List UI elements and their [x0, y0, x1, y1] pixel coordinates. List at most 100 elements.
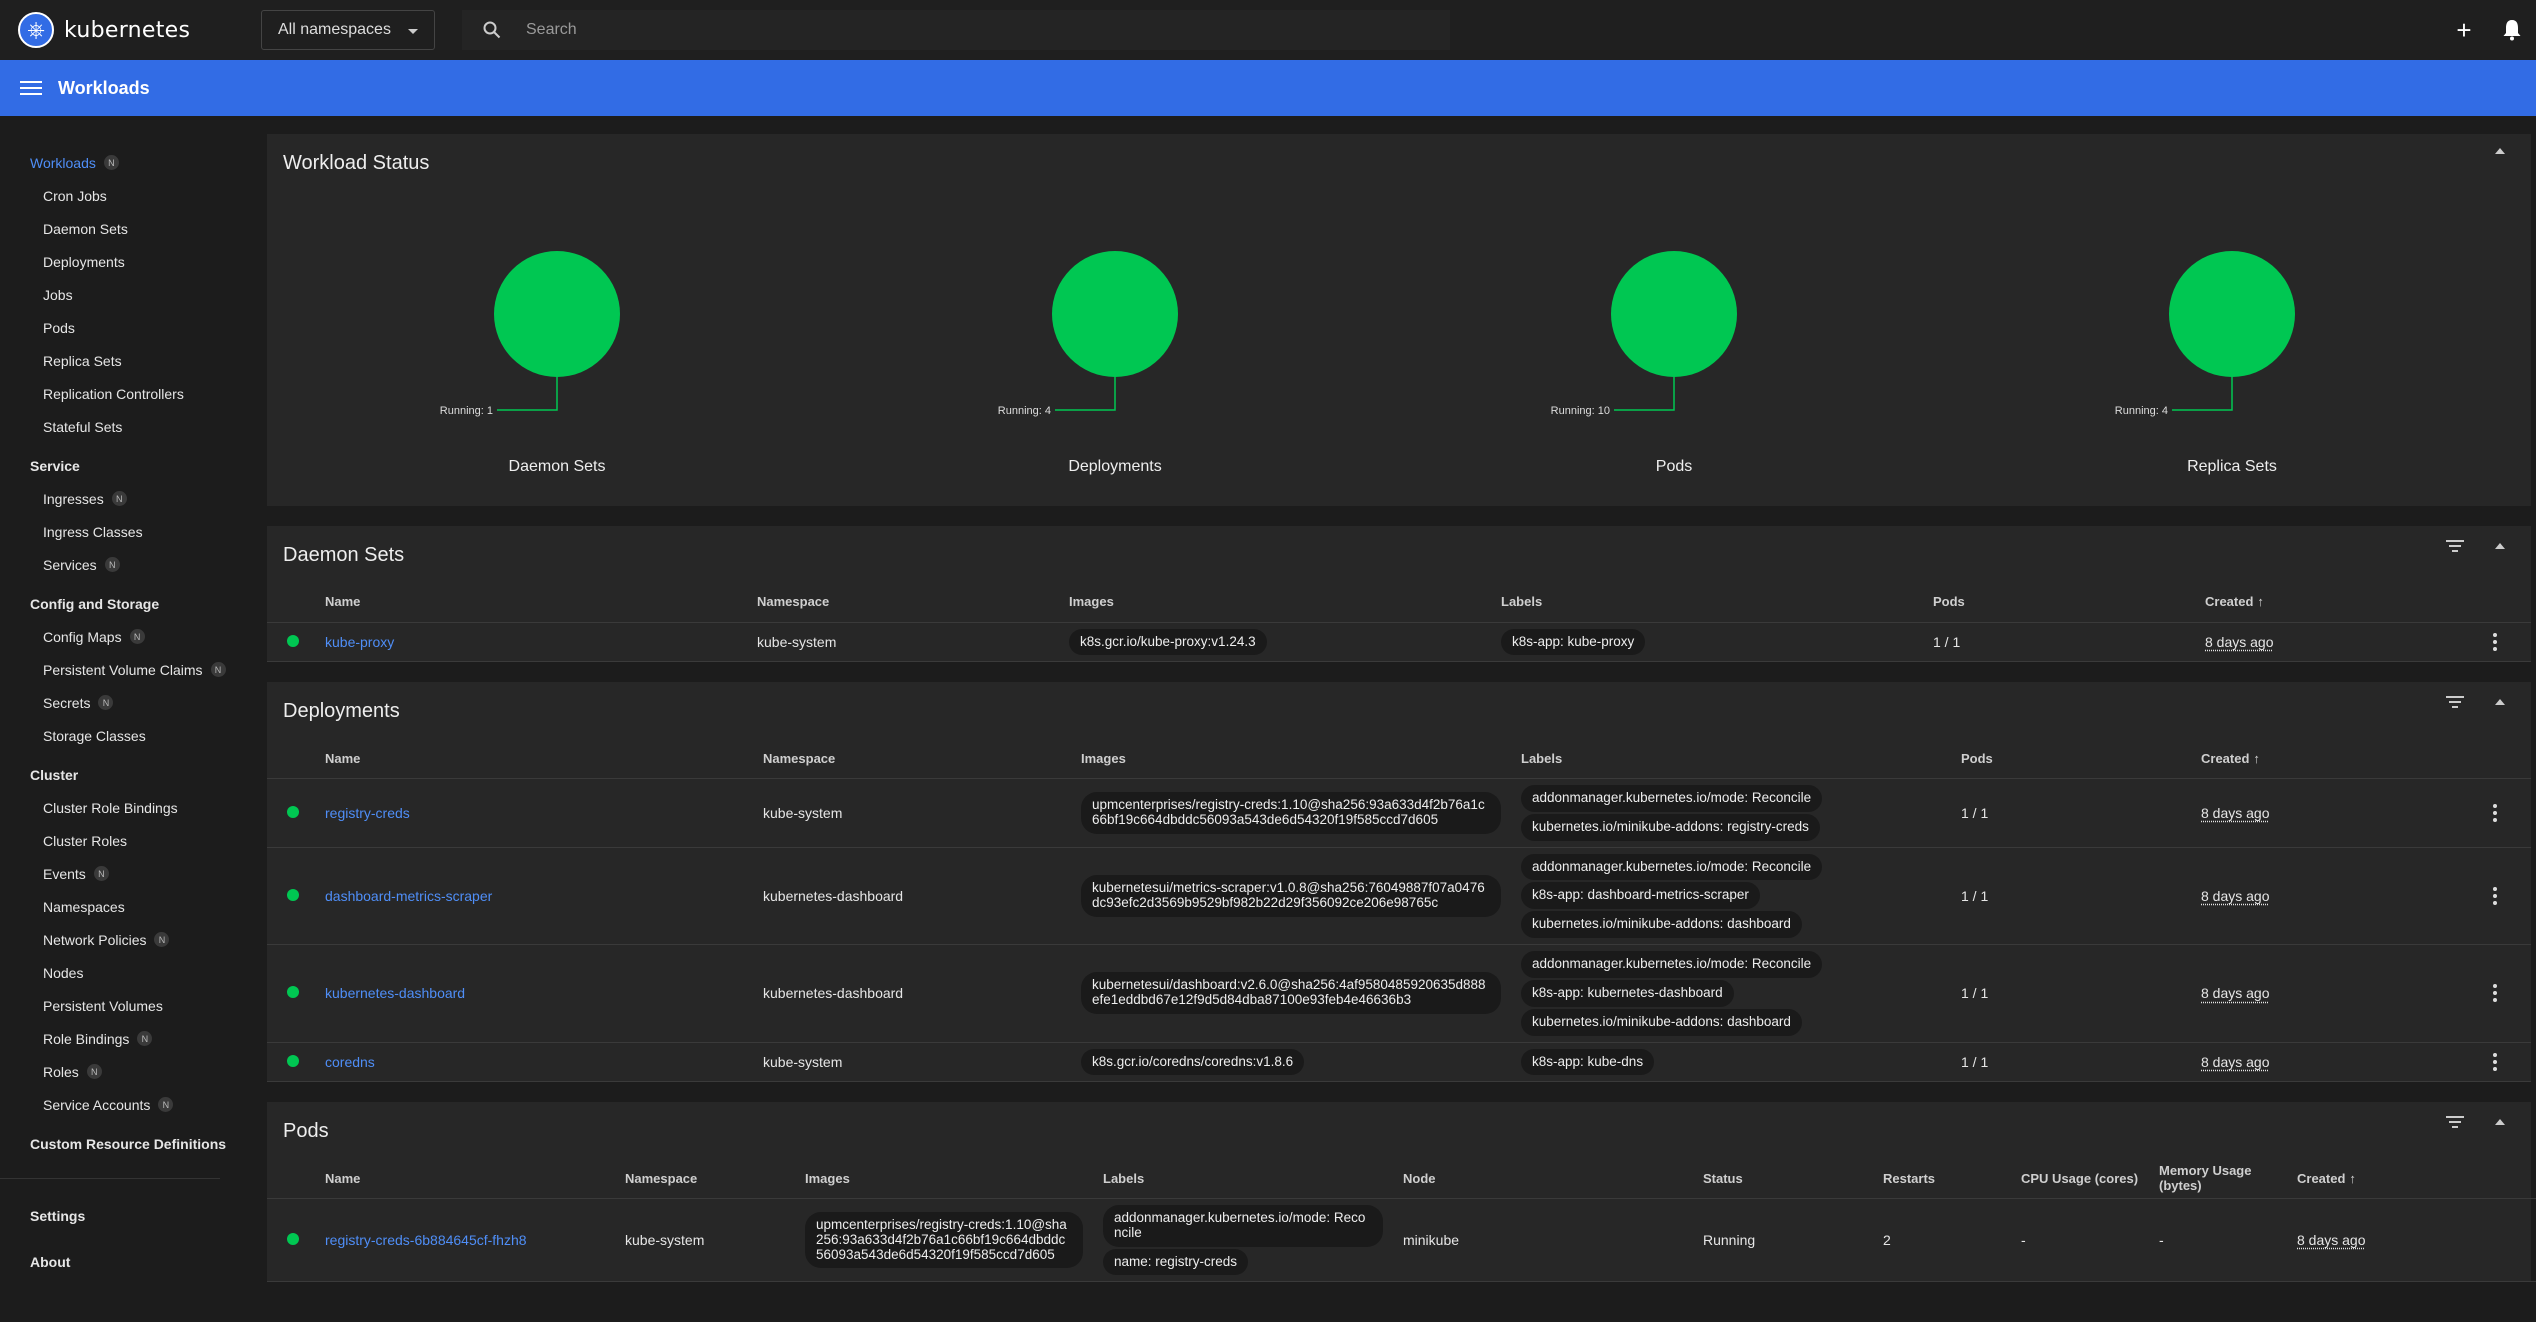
sidebar-item-ingresses[interactable]: Ingresses N [0, 482, 250, 515]
collapse-icon[interactable] [2495, 148, 2505, 154]
collapse-icon[interactable] [2495, 1119, 2505, 1126]
status-ok-icon [287, 888, 299, 901]
resource-name-link[interactable]: registry-creds-6b884645cf-fhzh8 [325, 1232, 527, 1248]
more-vert-icon[interactable] [2485, 803, 2505, 822]
sidebar-item-persistent-volume-claims[interactable]: Persistent Volume Claims N [0, 653, 250, 686]
daemon-sets-title: Daemon Sets [283, 544, 405, 566]
status-pie: Running: 4 [2115, 251, 2295, 417]
sidebar-item-config-maps[interactable]: Config Maps N [0, 620, 250, 653]
column-header-label: Name [325, 750, 361, 766]
row-actions-cell [2475, 622, 2531, 663]
filter-icon[interactable] [2445, 540, 2465, 552]
sidebar-item-replica-sets[interactable]: Replica Sets [0, 344, 250, 377]
status-ok-icon [287, 634, 299, 647]
node-value-cell: minikube [1393, 1198, 1693, 1283]
create-resource-button[interactable]: + [2440, 6, 2488, 54]
sidebar-item-label: Ingresses [43, 490, 104, 507]
sidebar-item-jobs[interactable]: Jobs [0, 278, 250, 311]
sidebar-item-pods[interactable]: Pods [0, 311, 250, 344]
menu-icon[interactable] [20, 81, 42, 95]
image-chip: k8s.gcr.io/kube-proxy:v1.24.3 [1069, 628, 1267, 656]
sidebar-group-cluster[interactable]: Cluster [0, 758, 250, 791]
column-header-namespace: Namespace [753, 738, 1071, 779]
sidebar-group-service[interactable]: Service [0, 449, 250, 482]
sidebar-item-replication-controllers[interactable]: Replication Controllers [0, 377, 250, 410]
namespace-value: kube-system [757, 633, 837, 650]
sidebar-item-namespaces[interactable]: Namespaces [0, 890, 250, 923]
sidebar-item-label: Ingress Classes [43, 523, 143, 540]
sidebar-item-cluster-role-bindings[interactable]: Cluster Role Bindings [0, 791, 250, 824]
sidebar-item-persistent-volumes[interactable]: Persistent Volumes [0, 989, 250, 1022]
namespaced-badge: N [111, 491, 127, 506]
more-vert-icon[interactable] [2485, 632, 2505, 651]
label-leader-line [1614, 377, 1675, 411]
status-column-header [267, 1158, 315, 1199]
resource-name-link[interactable]: coredns [325, 1054, 375, 1070]
search-input[interactable] [526, 21, 1326, 39]
resource-name-link[interactable]: kubernetes-dashboard [325, 985, 465, 1001]
column-header-label: Labels [1521, 750, 1563, 766]
column-header-label: Labels [1103, 1170, 1145, 1186]
notifications-button[interactable] [2488, 6, 2536, 54]
more-vert-icon[interactable] [2485, 984, 2505, 1003]
sidebar-item-cluster-roles[interactable]: Cluster Roles [0, 824, 250, 857]
running-slice [2169, 251, 2295, 377]
sidebar-item-services[interactable]: Services N [0, 548, 250, 581]
more-vert-icon[interactable] [2485, 886, 2505, 905]
status-value: Running [1703, 1232, 1756, 1249]
resource-name-link[interactable]: kube-proxy [325, 634, 394, 650]
column-header-pods: Pods [1951, 738, 2191, 779]
filter-icon[interactable] [2445, 1116, 2465, 1129]
sidebar-group-workloads[interactable]: Workloads N [0, 146, 250, 179]
sidebar-item-events[interactable]: Events N [0, 857, 250, 890]
sidebar-item-service-accounts[interactable]: Service Accounts N [0, 1088, 250, 1121]
search-icon [472, 10, 512, 50]
status-chart-label: Pods [1655, 458, 1693, 475]
filter-icon[interactable] [2445, 696, 2465, 709]
sidebar-item-role-bindings[interactable]: Role Bindings N [0, 1022, 250, 1055]
sidebar-item-storage-classes[interactable]: Storage Classes [0, 719, 250, 752]
namespaced-badge: N [210, 662, 226, 677]
search-bar[interactable] [462, 10, 1450, 50]
label-leader-line [497, 377, 558, 411]
sidebar-item-roles[interactable]: Roles N [0, 1055, 250, 1088]
column-header-created[interactable]: Created ↑ [2195, 582, 2475, 623]
image-chip: upmcenterprises/registry-creds:1.10@sha2… [1081, 791, 1501, 834]
sidebar-item-nodes[interactable]: Nodes [0, 956, 250, 989]
more-vert-icon[interactable] [2485, 1053, 2505, 1072]
sidebar-item-label: Namespaces [43, 898, 125, 915]
collapse-icon[interactable] [2495, 699, 2505, 706]
sidebar-item-stateful-sets[interactable]: Stateful Sets [0, 410, 250, 443]
column-header-created[interactable]: Created ↑ [2191, 738, 2475, 779]
sidebar-item-network-policies[interactable]: Network Policies N [0, 923, 250, 956]
collapse-icon[interactable] [2495, 543, 2505, 549]
sidebar-item-cron-jobs[interactable]: Cron Jobs [0, 179, 250, 212]
namespace-select[interactable]: All namespaces [261, 10, 435, 50]
column-header-namespace: Namespace [615, 1158, 795, 1199]
sidebar-group-custom-resource-definitions[interactable]: Custom Resource Definitions [0, 1127, 250, 1160]
running-count-label: Running: 10 [1551, 405, 1610, 417]
sidebar-item-daemon-sets[interactable]: Daemon Sets [0, 212, 250, 245]
sort-ascending-icon: ↑ [2253, 750, 2260, 766]
brand[interactable]: ⎈ kubernetes [0, 12, 260, 48]
image-cell: kubernetesui/dashboard:v2.6.0@sha256:4af… [1071, 944, 1511, 1043]
column-header-label: Created [2201, 750, 2250, 766]
sidebar-item-ingress-classes[interactable]: Ingress Classes [0, 515, 250, 548]
table-header-row: Name Namespace Images Labels Node Status Resta… [267, 1158, 2536, 1199]
pods-title: Pods [283, 1120, 329, 1143]
resource-name-link[interactable]: registry-creds [325, 805, 410, 821]
table-header-row: Name Namespace Images Labels Pods Created ↑ [267, 582, 2531, 623]
image-chip: kubernetesui/metrics-scraper:v1.0.8@sha2… [1081, 874, 1501, 917]
sidebar-item-settings[interactable]: Settings [0, 1193, 250, 1239]
sidebar-item-secrets[interactable]: Secrets N [0, 686, 250, 719]
sidebar-item-deployments[interactable]: Deployments [0, 245, 250, 278]
sidebar-group-config-and-storage[interactable]: Config and Storage [0, 587, 250, 620]
namespace-value-cell: kube-system [747, 622, 1059, 663]
column-header-created[interactable]: Created ↑ [2287, 1158, 2535, 1199]
app-bar: Workloads [0, 60, 2536, 116]
sidebar-item-about[interactable]: About [0, 1239, 250, 1285]
created-value: 8 days ago [2201, 1054, 2270, 1071]
resource-name-link[interactable]: dashboard-metrics-scraper [325, 888, 492, 904]
sidebar-item-label: Deployments [43, 253, 125, 270]
resource-name-link-cell: registry-creds-6b884645cf-fhzh8 [315, 1198, 615, 1283]
